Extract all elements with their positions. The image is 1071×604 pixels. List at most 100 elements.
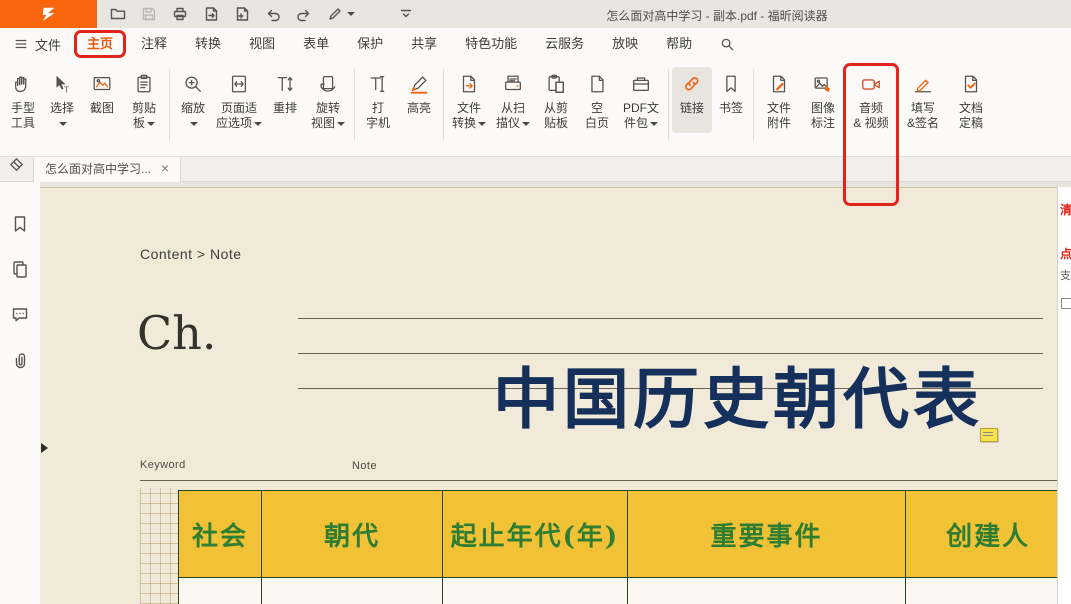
reflow-button[interactable]: 重排	[265, 67, 305, 133]
table-header-cell: 朝代	[261, 491, 442, 578]
undo-icon[interactable]	[265, 6, 281, 22]
clipboard-button[interactable]: 剪贴板	[122, 67, 166, 133]
bookmark-button[interactable]: 书签	[712, 67, 750, 133]
menu-tab-home[interactable]: 主页	[73, 28, 127, 60]
pages-panel-icon[interactable]	[0, 259, 40, 283]
panel-expand-arrow-icon[interactable]	[41, 443, 48, 453]
menu-tab-label: 帮助	[666, 36, 692, 51]
pdf-page[interactable]: Content > Note Ch. 中国历史朝代表 Keyword Note …	[40, 187, 1071, 604]
table-header-cell: 重要事件	[627, 491, 906, 578]
menu-tab-present[interactable]: 放映	[598, 28, 652, 60]
page-fit-button[interactable]: 页面适应选项	[213, 67, 265, 133]
button-label: 白页	[585, 116, 609, 130]
highlighter-icon	[408, 69, 430, 99]
file-attachment-button[interactable]: 文件附件	[757, 67, 801, 133]
main-area: Content > Note Ch. 中国历史朝代表 Keyword Note …	[0, 182, 1071, 604]
button-label: 板	[133, 116, 145, 130]
from-clipboard-icon	[545, 69, 567, 99]
table-header-cell: 创建人	[906, 491, 1071, 578]
button-label: 应选项	[216, 116, 252, 130]
open-file-icon[interactable]	[110, 6, 126, 22]
blank-page-button[interactable]: 空白页	[577, 67, 617, 133]
menu-tab-share[interactable]: 共享	[397, 28, 451, 60]
snapshot-button[interactable]: 截图	[82, 67, 122, 133]
file-menu-button[interactable]: 文件	[0, 35, 73, 54]
from-clipboard-button[interactable]: 从剪贴板	[535, 67, 577, 133]
new-doc-icon[interactable]	[234, 6, 250, 22]
highlight-button[interactable]: 高亮	[398, 67, 440, 133]
menu-tab-protect[interactable]: 保护	[343, 28, 397, 60]
grid-paper	[140, 488, 178, 604]
save-icon[interactable]	[141, 6, 157, 22]
button-label: 文件	[457, 101, 481, 115]
zoom-button[interactable]: 缩放	[173, 67, 213, 133]
comments-panel-icon[interactable]	[0, 304, 40, 328]
export-doc-icon[interactable]	[203, 6, 219, 22]
menu-tab-label: 注释	[141, 36, 167, 51]
button-label: 视图	[311, 116, 335, 130]
table-header-row: 社会 朝代 起止年代(年) 重要事件 创建人	[179, 491, 1071, 578]
dropdown-caret	[522, 122, 530, 126]
dropdown-caret	[337, 122, 345, 126]
typewriter-button[interactable]: 打字机	[358, 67, 398, 133]
button-label: 页面适	[221, 101, 257, 115]
pdf-portfolio-button[interactable]: PDF文件包	[617, 67, 665, 133]
button-label: 选择	[50, 101, 74, 115]
menu-tab-convert[interactable]: 转换	[181, 28, 235, 60]
right-side-panel[interactable]: 清 点 支	[1057, 187, 1071, 604]
menu-tab-form[interactable]: 表单	[289, 28, 343, 60]
from-scanner-button[interactable]: 从扫描仪	[491, 67, 535, 133]
rotate-view-button[interactable]: 旋转视图	[305, 67, 351, 133]
search-icon[interactable]	[720, 37, 735, 52]
annotation-tool-icon[interactable]	[327, 6, 355, 22]
button-label: 文档	[959, 101, 983, 115]
button-label: 件包	[624, 116, 648, 130]
link-button[interactable]: 链接	[672, 67, 712, 133]
panel-checkbox[interactable]	[1061, 298, 1071, 309]
dropdown-caret	[254, 122, 262, 126]
doc-finalize-icon	[960, 69, 982, 99]
print-icon[interactable]	[172, 6, 188, 22]
audio-video-icon	[860, 69, 882, 99]
button-label: &签名	[907, 116, 939, 130]
file-convert-button[interactable]: 文件转换	[447, 67, 491, 133]
panel-label-2: 点	[1060, 245, 1071, 262]
file-attachment-icon	[768, 69, 790, 99]
ribbon-separator	[753, 69, 754, 141]
menu-bar: 文件 主页 注释 转换 视图 表单 保护 共享 特色功能 云服务 放映 帮助	[0, 28, 1071, 61]
menu-tab-features[interactable]: 特色功能	[451, 28, 531, 60]
attachments-panel-icon[interactable]	[0, 349, 40, 373]
button-label: 高亮	[407, 101, 431, 115]
button-label: 音频	[859, 101, 883, 115]
bookmarks-panel-icon[interactable]	[0, 214, 40, 238]
document-tab[interactable]: 怎么面对高中学习... ×	[33, 153, 181, 182]
foxit-logo-icon[interactable]	[0, 0, 97, 28]
zoom-icon	[182, 69, 204, 99]
pdf-package-icon	[630, 69, 652, 99]
menu-tab-cloud[interactable]: 云服务	[531, 28, 598, 60]
hand-tool-button[interactable]: 手型工具	[4, 67, 42, 133]
button-label: 打	[372, 101, 384, 115]
button-label: 描仪	[496, 116, 520, 130]
link-icon	[681, 69, 703, 99]
button-label: 填写	[911, 101, 935, 115]
fill-sign-button[interactable]: 填写&签名	[897, 67, 949, 133]
redo-icon[interactable]	[296, 6, 312, 22]
customize-toolbar-icon[interactable]	[398, 6, 414, 22]
menu-tab-comment[interactable]: 注释	[127, 28, 181, 60]
file-convert-icon	[458, 69, 480, 99]
menu-tab-label: 表单	[303, 36, 329, 51]
image-annotation-button[interactable]: 图像标注	[801, 67, 845, 133]
button-label: 工具	[11, 116, 35, 130]
tab-close-icon[interactable]: ×	[161, 161, 169, 175]
select-button[interactable]: T 选择	[42, 67, 82, 133]
menu-tab-help[interactable]: 帮助	[652, 28, 706, 60]
menu-tab-view[interactable]: 视图	[235, 28, 289, 60]
hand-icon	[12, 69, 34, 99]
dropdown-caret	[478, 122, 486, 126]
audio-video-button[interactable]: 音频& 视频	[845, 67, 897, 133]
doc-finalize-button[interactable]: 文档定稿	[949, 67, 993, 133]
button-label: 从扫	[501, 101, 525, 115]
window-title: 怎么面对高中学习 - 副本.pdf - 福昕阅读器	[606, 7, 827, 24]
sticky-note-annotation-icon[interactable]	[980, 428, 998, 442]
